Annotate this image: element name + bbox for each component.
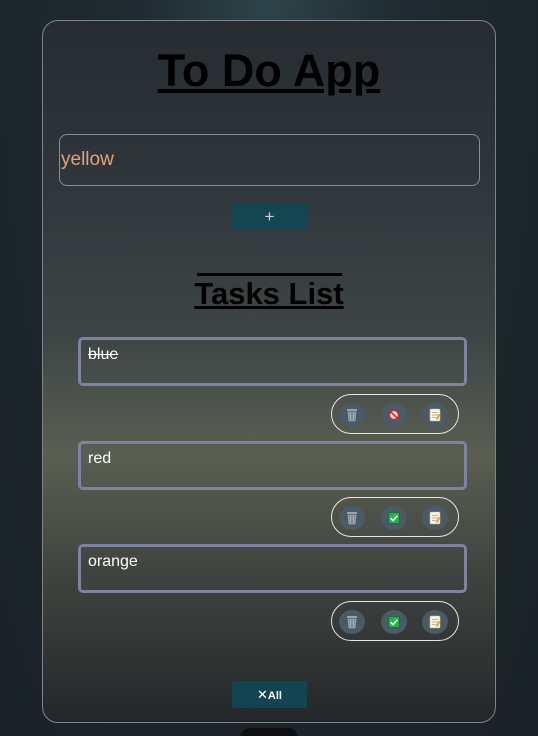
memo-icon [429, 511, 441, 525]
toggle-complete-button[interactable] [381, 610, 407, 634]
task-actions [331, 601, 459, 641]
task-item[interactable]: orange [78, 544, 467, 593]
checkbox-checked-icon [388, 616, 400, 628]
trash-icon [347, 616, 357, 629]
clear-all-label: All [267, 690, 282, 702]
clear-all-button[interactable]: ✕All [232, 681, 307, 708]
delete-task-button[interactable] [339, 403, 365, 427]
app-title: To Do App [157, 45, 381, 96]
task-actions [331, 497, 459, 537]
close-icon: ✕ [257, 687, 268, 702]
prohibited-icon [388, 409, 400, 421]
checkbox-checked-icon [388, 512, 400, 524]
task-actions [331, 394, 459, 434]
task-item[interactable]: blue [78, 337, 467, 386]
delete-task-button[interactable] [339, 610, 365, 634]
toggle-complete-button[interactable] [381, 403, 407, 427]
todo-card: To Do App + Tasks List blue [42, 20, 496, 723]
task-item[interactable]: red [78, 441, 467, 490]
task-text: orange [88, 553, 138, 570]
memo-icon [429, 408, 441, 422]
memo-icon [429, 615, 441, 629]
delete-task-button[interactable] [339, 506, 365, 530]
trash-icon [347, 409, 357, 422]
task-text: blue [88, 346, 119, 363]
task-text: red [88, 450, 112, 467]
bottom-tray [240, 728, 298, 736]
edit-task-button[interactable] [422, 610, 448, 634]
edit-task-button[interactable] [422, 403, 448, 427]
edit-task-button[interactable] [422, 506, 448, 530]
add-task-button[interactable]: + [231, 203, 308, 230]
toggle-complete-button[interactable] [381, 506, 407, 530]
tasks-heading: Tasks List [194, 276, 344, 311]
trash-icon [347, 512, 357, 525]
task-input[interactable] [59, 134, 480, 186]
